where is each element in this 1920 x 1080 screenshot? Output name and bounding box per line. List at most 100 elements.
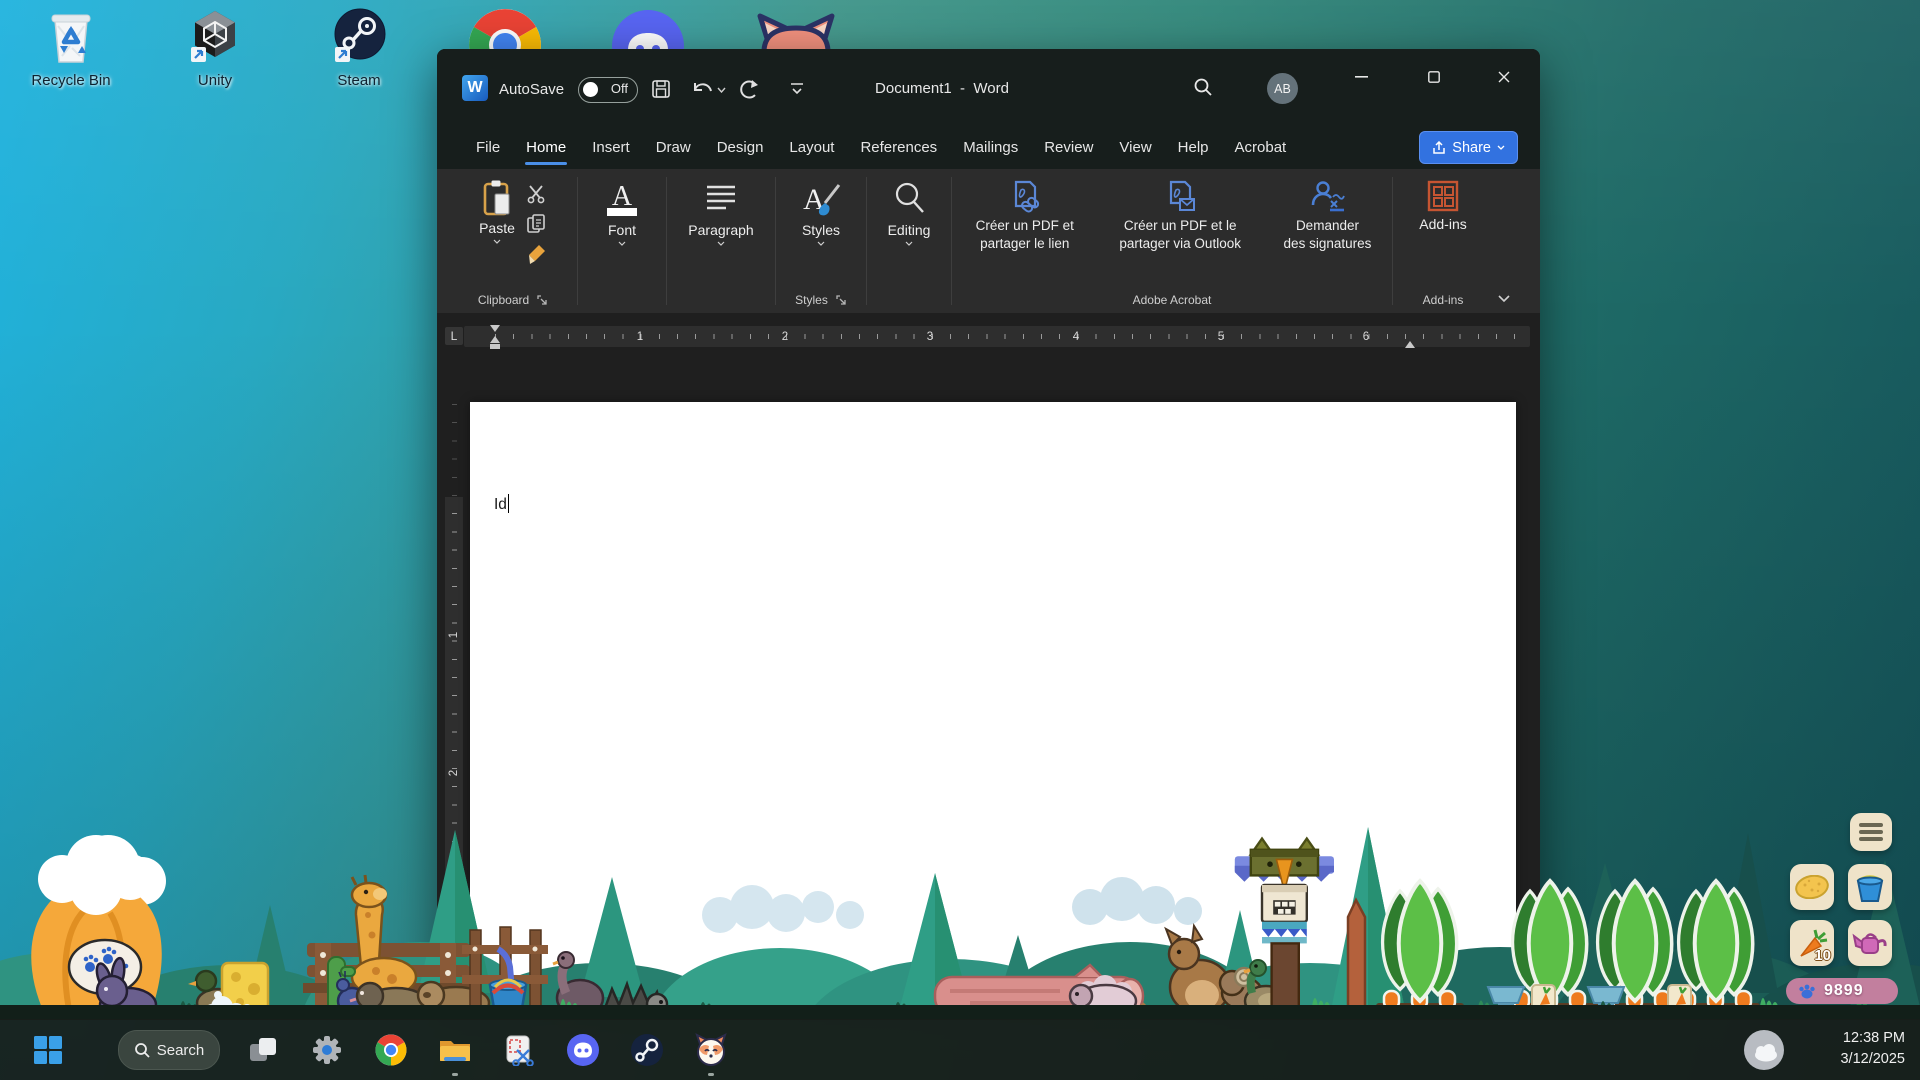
taskbar-fox-pet-app[interactable] [693,1032,729,1068]
adobe-acrobat-group: Créer un PDF et partager le lien Créer u… [954,169,1390,313]
carrot-button[interactable]: 10 [1790,920,1834,966]
wooden-stake [1348,900,1365,1015]
paragraph-group: Paragraph [669,169,773,313]
running-indicator [708,1073,714,1076]
styles-group-label: Styles [795,293,828,307]
clipboard-group: Paste [451,169,575,313]
redo-icon[interactable] [737,79,761,101]
bucket-button[interactable] [1848,864,1892,910]
word-titlebar[interactable]: W AutoSave Off Document1 - Word [437,49,1540,125]
right-indent-marker[interactable] [1405,336,1415,348]
styles-menu-button[interactable]: A Styles [799,179,843,246]
taskbar-steam[interactable] [629,1032,665,1068]
acrobat-group-label: Adobe Acrobat [1133,293,1212,307]
font-label: Font [608,222,636,238]
left-indent-marker[interactable] [490,344,500,349]
pet-menu-button[interactable] [1850,813,1892,851]
save-icon[interactable] [651,79,671,99]
tab-file[interactable]: File [463,125,513,169]
tab-mailings[interactable]: Mailings [950,125,1031,169]
settings-gear-icon [311,1034,343,1066]
task-view-icon [247,1034,279,1066]
tab-layout[interactable]: Layout [776,125,847,169]
close-button[interactable] [1475,49,1533,105]
tab-acrobat[interactable]: Acrobat [1222,125,1300,169]
account-avatar[interactable]: AB [1267,73,1298,104]
editing-menu-button[interactable]: Editing [888,179,931,246]
share-label: Share [1452,140,1491,156]
desktop-icon-label: Steam [304,72,414,89]
font-menu-button[interactable]: A Font [603,179,641,246]
ruler-number: 2 [448,770,460,776]
tab-stop-selector[interactable]: L [445,327,463,345]
tab-review[interactable]: Review [1031,125,1106,169]
autosave-toggle[interactable]: Off [578,77,638,103]
taskbar-search[interactable]: Search [118,1030,220,1070]
horizontal-ruler[interactable]: 1 2 3 4 5 6 [464,326,1530,347]
desktop-icon-unity[interactable]: Unity [160,6,270,89]
cut-icon[interactable] [525,183,547,205]
tab-references[interactable]: References [847,125,950,169]
share-button[interactable]: Share [1419,131,1518,164]
clipboard-group-label: Clipboard [478,293,529,307]
tab-view[interactable]: View [1106,125,1164,169]
steam-shortcut-icon [330,6,388,68]
undo-dropdown-icon[interactable] [717,87,726,93]
format-painter-icon[interactable] [525,243,547,265]
styles-dialog-launcher-icon[interactable] [836,295,847,306]
acrobat-button-label: Créer un PDF et [976,218,1074,233]
desktop-icon-fox-partial[interactable] [756,8,836,52]
tab-help[interactable]: Help [1165,125,1222,169]
bucket-icon [1854,871,1886,903]
hanging-indent-marker[interactable] [490,331,500,343]
toggle-knob-icon [583,82,598,97]
clipboard-dialog-launcher-icon[interactable] [537,295,548,306]
paragraph-menu-button[interactable]: Paragraph [688,179,753,246]
sponge-button[interactable] [1790,864,1834,910]
minimize-button[interactable] [1332,49,1390,105]
maximize-button[interactable] [1405,49,1463,105]
taskbar-snipping-tool[interactable] [501,1032,537,1068]
desktop-icon-recycle-bin[interactable]: Recycle Bin [16,6,126,89]
collapse-ribbon-icon[interactable] [1497,294,1511,303]
addins-icon [1426,179,1460,213]
paw-points-counter[interactable]: 9899 [1786,978,1898,1004]
ribbon-tab-bar: File Home Insert Draw Design Layout Refe… [437,125,1540,169]
tab-insert[interactable]: Insert [579,125,643,169]
tab-draw[interactable]: Draw [643,125,704,169]
ruler-number: 5 [1218,331,1224,343]
start-button[interactable] [30,1032,66,1068]
taskbar-settings[interactable] [309,1032,345,1068]
search-icon[interactable] [1193,77,1213,97]
paste-button[interactable]: Paste [479,179,515,244]
recycle-bin-icon [42,6,100,68]
create-pdf-share-link-button[interactable]: Créer un PDF et partager le lien [954,179,1095,253]
taskbar-discord[interactable] [565,1032,601,1068]
snipping-tool-icon [503,1034,535,1066]
taskbar-task-view[interactable] [245,1032,281,1068]
signature-request-icon [1309,179,1345,213]
taskbar-file-explorer[interactable] [437,1032,473,1068]
undo-icon[interactable] [691,79,715,99]
document-text[interactable]: Id [494,494,509,514]
taskbar-clock[interactable]: 12:38 PM 3/12/2025 [1840,1028,1905,1070]
tab-home[interactable]: Home [513,125,579,169]
fox-pet-icon [694,1033,728,1067]
tab-design[interactable]: Design [704,125,777,169]
tray-weather[interactable] [1742,1028,1786,1072]
file-explorer-icon [438,1035,472,1065]
desktop-icon-steam[interactable]: Steam [304,6,414,89]
customize-quick-access-icon[interactable] [789,81,805,95]
request-signatures-button[interactable]: Demander des signatures [1265,179,1390,253]
taskbar-chrome[interactable] [373,1032,409,1068]
ruler-number: 4 [1073,331,1079,343]
fox-icon [756,8,836,52]
create-pdf-share-outlook-button[interactable]: Créer un PDF et le partager via Outlook [1099,179,1260,253]
addins-button[interactable]: Add-ins [1419,179,1466,232]
copy-icon[interactable] [525,213,547,235]
watering-can-button[interactable] [1848,920,1892,966]
maximize-icon [1428,71,1440,83]
font-icon: A [603,179,641,219]
carrot-plant[interactable] [1376,881,1464,1015]
editing-label: Editing [888,222,931,238]
